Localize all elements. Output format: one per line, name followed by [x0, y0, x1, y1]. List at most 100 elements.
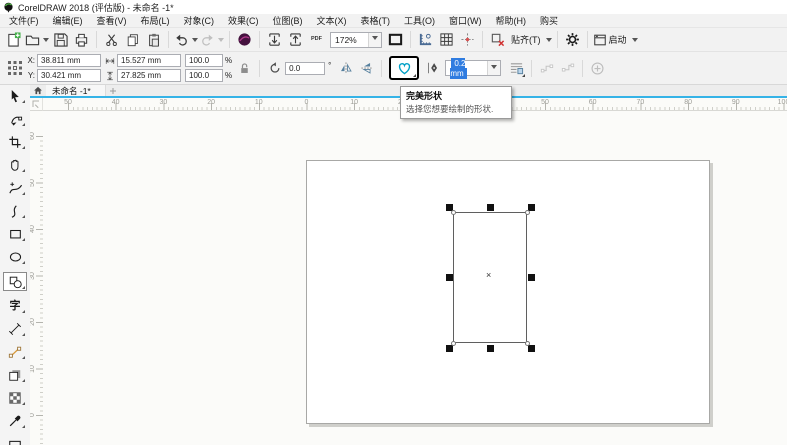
menu-item-3[interactable]: 查看(V) [90, 14, 134, 28]
ruler-origin-corner[interactable] [30, 98, 43, 111]
menu-item-1[interactable]: 文件(F) [2, 14, 46, 28]
cut-button[interactable] [102, 30, 121, 50]
launch-caret-icon[interactable] [632, 38, 638, 45]
zoom-dropdown-button[interactable] [368, 33, 381, 47]
menu-item-11[interactable]: 窗口(W) [442, 14, 489, 28]
mirror-vertical-button[interactable] [357, 58, 376, 78]
menu-item-2[interactable]: 编辑(E) [46, 14, 90, 28]
tooltip: 完美形状 选择您想要绘制的形状. [400, 86, 512, 119]
zoom-level-combo[interactable]: 172% [330, 32, 382, 48]
menu-item-8[interactable]: 文本(X) [310, 14, 354, 28]
flyout-corner-icon [22, 333, 25, 336]
selection-handle[interactable] [528, 345, 535, 352]
rotation-angle-input[interactable]: 0.0 [285, 62, 325, 75]
flyout-corner-icon [22, 356, 25, 359]
y-position-input[interactable]: 30.421 mm [37, 69, 101, 82]
undo-dropdown-icon[interactable] [192, 38, 198, 45]
toolbar-separator [582, 60, 583, 77]
import-button[interactable] [265, 30, 284, 50]
publish-pdf-button[interactable]: PDF [307, 30, 326, 50]
new-document-button[interactable] [4, 30, 23, 50]
paste-button[interactable] [144, 30, 163, 50]
drop-shadow-tool[interactable] [4, 367, 26, 383]
crop-tool[interactable] [4, 134, 26, 150]
x-position-input[interactable]: 38.811 mm [37, 54, 101, 67]
standard-toolbar: PDF 172% 贴齐(T) [0, 28, 787, 52]
menu-item-13[interactable]: 购买 [533, 14, 565, 28]
outline-width-dropdown-button[interactable] [487, 61, 500, 75]
dimension-tool[interactable] [4, 321, 26, 337]
two-point-line-tool[interactable] [4, 203, 26, 219]
show-rulers-button[interactable] [416, 30, 435, 50]
menu-item-7[interactable]: 位图(B) [266, 14, 310, 28]
color-eyedropper-tool[interactable] [4, 413, 26, 429]
toolbar-separator [259, 31, 260, 48]
canvas-area[interactable]: × [43, 111, 787, 445]
options-button[interactable] [563, 30, 582, 50]
ellipse-tool[interactable] [4, 249, 26, 265]
perfect-shapes-button[interactable] [389, 56, 419, 80]
h-ruler-label: 60 [585, 99, 601, 106]
text-tool[interactable]: 字 [4, 298, 26, 314]
search-content-button[interactable] [235, 30, 254, 50]
menu-item-4[interactable]: 布局(L) [134, 14, 177, 28]
shape-tool[interactable] [4, 111, 26, 127]
rectangle-tool[interactable] [4, 226, 26, 242]
v-ruler-label: 10 [30, 363, 43, 375]
menu-item-6[interactable]: 效果(C) [221, 14, 266, 28]
save-button[interactable] [51, 30, 70, 50]
vertical-ruler[interactable]: 6050403020100 [30, 111, 43, 445]
welcome-tab[interactable] [30, 85, 46, 96]
scale-height-input[interactable]: 100.0 [185, 69, 223, 82]
connector-tool[interactable] [4, 344, 26, 360]
corner-node[interactable] [525, 210, 530, 215]
object-height-input[interactable]: 27.825 mm [117, 69, 181, 82]
selection-handle[interactable] [487, 345, 494, 352]
lock-ratio-button[interactable] [235, 58, 254, 78]
undo-button[interactable] [174, 30, 198, 50]
corner-node[interactable] [451, 341, 456, 346]
new-tab-button[interactable] [106, 85, 120, 96]
outline-width-combo[interactable]: 0.2 mm [445, 60, 501, 76]
print-button[interactable] [72, 30, 91, 50]
corner-node[interactable] [451, 210, 456, 215]
quick-customize-button[interactable] [588, 58, 607, 78]
export-button[interactable] [286, 30, 305, 50]
selection-handle[interactable] [446, 274, 453, 281]
flyout-corner-icon [22, 169, 25, 172]
menu-item-10[interactable]: 工具(O) [397, 14, 442, 28]
selection-handle[interactable] [487, 204, 494, 211]
outline-width-icon [423, 58, 442, 78]
pick-tool[interactable] [4, 88, 26, 104]
fullscreen-preview-button[interactable] [386, 30, 405, 50]
open-dropdown-icon[interactable] [43, 38, 49, 45]
wrap-text-button[interactable] [507, 58, 526, 78]
h-ruler-label: 80 [680, 99, 696, 106]
transparency-tool[interactable] [4, 390, 26, 406]
corner-node[interactable] [525, 341, 530, 346]
launch-dropdown[interactable]: 启动 [593, 30, 638, 50]
menu-item-5[interactable]: 对象(C) [177, 14, 222, 28]
menu-item-9[interactable]: 表格(T) [354, 14, 398, 28]
selection-handle[interactable] [528, 274, 535, 281]
snap-to-dropdown[interactable]: 贴齐(T) [509, 30, 552, 50]
scale-width-input[interactable]: 100.0 [185, 54, 223, 67]
h-ruler-label: 30 [155, 99, 171, 106]
selection-handle[interactable] [446, 345, 453, 352]
copy-button[interactable] [123, 30, 142, 50]
snap-to-caret-icon[interactable] [546, 38, 552, 45]
h-ruler-label: 40 [108, 99, 124, 106]
freehand-tool[interactable] [4, 180, 26, 196]
pan-tool[interactable] [4, 157, 26, 173]
object-width-input[interactable]: 15.527 mm [117, 54, 181, 67]
mirror-horizontal-button[interactable] [336, 58, 355, 78]
menu-bar: 文件(F)编辑(E)查看(V)布局(L)对象(C)效果(C)位图(B)文本(X)… [0, 14, 787, 28]
common-shapes-tool[interactable] [3, 272, 27, 291]
open-button[interactable] [25, 30, 49, 50]
show-grid-button[interactable] [437, 30, 456, 50]
document-tab[interactable]: 未命名 -1* [46, 85, 106, 96]
menu-item-12[interactable]: 帮助(H) [489, 14, 534, 28]
interactive-fill-tool[interactable] [4, 436, 26, 445]
show-guidelines-button[interactable] [458, 30, 477, 50]
snap-off-button[interactable] [488, 30, 507, 50]
